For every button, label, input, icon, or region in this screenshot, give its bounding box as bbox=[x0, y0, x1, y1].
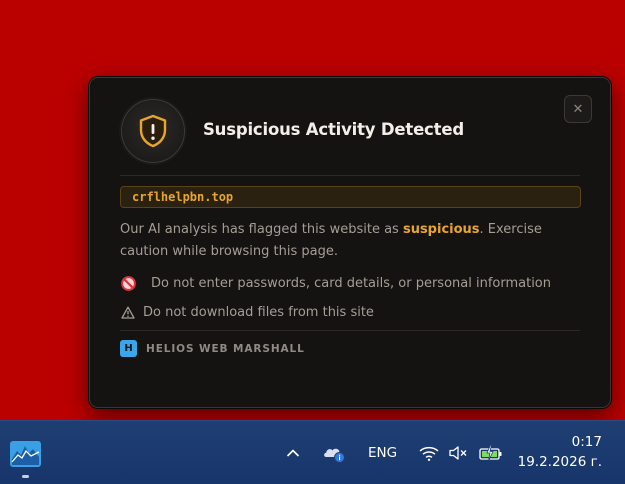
clock-time: 0:17 bbox=[571, 434, 602, 450]
warning-text: Do not download files from this site bbox=[143, 304, 374, 320]
onedrive-button[interactable] bbox=[322, 421, 346, 484]
brand-footer: H HELIOS WEB MARSHALL bbox=[120, 340, 305, 357]
widgets-app-icon bbox=[10, 441, 41, 467]
close-icon: ✕ bbox=[572, 101, 584, 117]
alert-description: Our AI analysis has flagged this website… bbox=[120, 219, 590, 263]
onedrive-icon bbox=[324, 448, 345, 463]
alert-title: Suspicious Activity Detected bbox=[203, 120, 464, 139]
battery-button[interactable] bbox=[478, 421, 504, 484]
warning-triangle-icon bbox=[120, 304, 136, 320]
wifi-icon bbox=[419, 446, 439, 461]
clock-date: 19.2.2026 г. bbox=[517, 454, 602, 470]
battery-charging-icon bbox=[479, 444, 502, 461]
active-app-indicator bbox=[22, 475, 29, 478]
network-button[interactable] bbox=[418, 421, 440, 484]
description-text: Our AI analysis has flagged this website… bbox=[120, 222, 403, 237]
taskbar-app-button[interactable] bbox=[9, 440, 42, 468]
flagged-domain: crflhelpbn.top bbox=[120, 186, 581, 208]
clock[interactable]: 0:17 19.2.2026 г. bbox=[518, 433, 602, 472]
divider bbox=[120, 175, 580, 176]
muted-speaker-icon bbox=[449, 445, 467, 460]
warning-item: Do not download files from this site bbox=[120, 304, 374, 320]
warning-text: Do not enter passwords, card details, or… bbox=[151, 275, 552, 291]
show-hidden-icons-button[interactable] bbox=[285, 421, 301, 484]
language-label: ENG bbox=[368, 444, 398, 461]
brand-name: HELIOS WEB MARSHALL bbox=[146, 342, 305, 355]
chevron-up-icon bbox=[286, 448, 300, 457]
divider bbox=[120, 330, 580, 331]
shield-badge bbox=[121, 99, 185, 163]
taskbar: ENG 0:17 19.2.2026 г. bbox=[0, 420, 625, 484]
language-indicator[interactable]: ENG bbox=[368, 421, 397, 484]
close-button[interactable]: ✕ bbox=[564, 95, 592, 123]
description-highlight: suspicious bbox=[402, 222, 480, 237]
warning-item: Do not enter passwords, card details, or… bbox=[120, 275, 551, 291]
no-entry-icon bbox=[120, 275, 136, 291]
shield-warning-icon bbox=[139, 114, 167, 148]
suspicious-activity-alert: Suspicious Activity Detected ✕ crflhelpb… bbox=[89, 77, 611, 408]
volume-button[interactable] bbox=[448, 421, 470, 484]
brand-logo: H bbox=[120, 340, 137, 357]
